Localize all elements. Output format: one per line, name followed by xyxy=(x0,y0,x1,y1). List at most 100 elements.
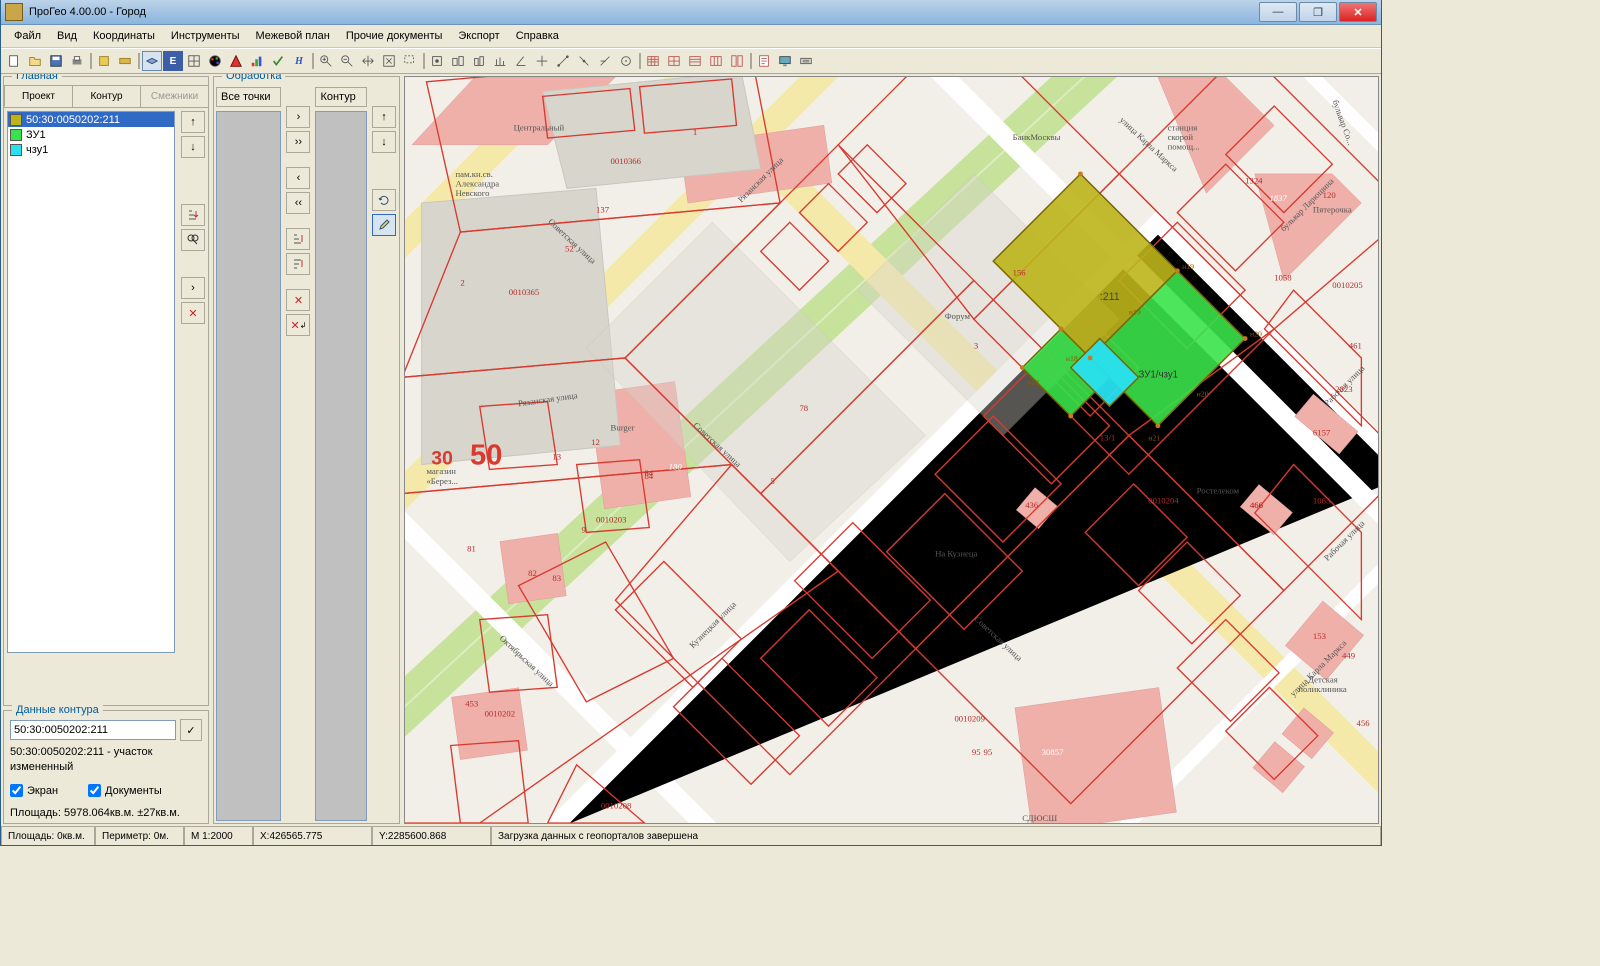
tab-smezhniki[interactable]: Смежники xyxy=(140,85,209,107)
menu-export[interactable]: Экспорт xyxy=(451,28,506,44)
clear1-button[interactable]: ✕ xyxy=(286,289,310,311)
menu-file[interactable]: Файл xyxy=(7,28,48,44)
tool-17[interactable] xyxy=(490,51,510,71)
svg-text:Burger: Burger xyxy=(611,423,635,433)
move-up-button[interactable]: ↑ xyxy=(181,111,205,133)
tool-rotate-button[interactable] xyxy=(372,189,396,211)
menu-coords[interactable]: Координаты xyxy=(86,28,162,44)
sort-asc-button[interactable] xyxy=(286,228,310,250)
tab-project[interactable]: Проект xyxy=(4,85,73,107)
separator xyxy=(312,53,314,69)
tool-tbl4[interactable] xyxy=(706,51,726,71)
tool-diag3[interactable] xyxy=(595,51,615,71)
expand-button[interactable]: › xyxy=(181,277,205,299)
tool-14[interactable] xyxy=(427,51,447,71)
tool-monitor[interactable] xyxy=(775,51,795,71)
tool-last[interactable] xyxy=(796,51,816,71)
print-button[interactable] xyxy=(67,51,87,71)
save-button[interactable] xyxy=(46,51,66,71)
status-scale: М 1:2000 xyxy=(184,827,253,845)
tool-angle[interactable] xyxy=(511,51,531,71)
tool-tbl3[interactable] xyxy=(685,51,705,71)
contour-list[interactable] xyxy=(315,111,367,821)
tool-6[interactable] xyxy=(115,51,135,71)
panel-proc-label: Обработка xyxy=(222,74,285,82)
tool-15[interactable] xyxy=(448,51,468,71)
tool-check[interactable] xyxy=(268,51,288,71)
tool-zoomwin[interactable] xyxy=(400,51,420,71)
svg-text:1065: 1065 xyxy=(1313,495,1331,505)
tab-contour[interactable]: Контур xyxy=(72,85,141,107)
move-all-left-button[interactable]: ‹‹ xyxy=(286,192,310,214)
tool-tbl5[interactable] xyxy=(727,51,747,71)
pan-button[interactable] xyxy=(358,51,378,71)
list-item-label: чзу1 xyxy=(26,144,48,156)
sort-desc-button[interactable] xyxy=(286,253,310,275)
svg-text:82: 82 xyxy=(528,568,537,578)
block-label: 0010209 xyxy=(954,713,984,723)
maximize-button[interactable]: ❐ xyxy=(1299,2,1337,22)
svg-text:1058: 1058 xyxy=(1274,272,1292,282)
tool-5[interactable] xyxy=(94,51,114,71)
statusbar: Площадь: 0кв.м. Периметр: 0м. М 1:2000 X… xyxy=(1,826,1381,845)
svg-text:2: 2 xyxy=(460,277,464,287)
contour-id-input[interactable] xyxy=(10,720,176,740)
svg-text:13/1: 13/1 xyxy=(1100,432,1115,442)
move-all-right-button[interactable]: ›› xyxy=(286,131,310,153)
tool-palette[interactable] xyxy=(205,51,225,71)
tool-diag1[interactable] xyxy=(553,51,573,71)
svg-text:2823: 2823 xyxy=(1335,384,1353,394)
tool-layers[interactable] xyxy=(142,51,162,71)
map-canvas[interactable]: 0010366 0010365 0010205 0010204 0010203 … xyxy=(404,76,1379,824)
tool-edit-button[interactable] xyxy=(372,214,396,236)
menu-view[interactable]: Вид xyxy=(50,28,84,44)
zoom-in-button[interactable] xyxy=(316,51,336,71)
allpoints-list[interactable] xyxy=(216,111,281,821)
sort-button[interactable] xyxy=(181,204,205,226)
tool-tbl2[interactable] xyxy=(664,51,684,71)
tool-diag2[interactable] xyxy=(574,51,594,71)
move-down-button[interactable]: ↓ xyxy=(181,136,205,158)
new-button[interactable] xyxy=(4,51,24,71)
tool-report[interactable] xyxy=(754,51,774,71)
documents-checkbox[interactable]: Документы xyxy=(88,784,162,797)
project-list[interactable]: 50:30:0050202:211 ЗУ1 чзу1 xyxy=(7,111,175,653)
tool-e[interactable]: E xyxy=(163,51,183,71)
find-button[interactable] xyxy=(181,229,205,251)
move-right-button[interactable]: › xyxy=(286,106,310,128)
apply-button[interactable]: ✓ xyxy=(180,719,202,741)
svg-text:магазин: магазин xyxy=(426,466,456,476)
menu-instruments[interactable]: Инструменты xyxy=(164,28,247,44)
panel-processing: Обработка Все точки › ›› ‹ ‹‹ xyxy=(213,76,400,824)
delete-button[interactable]: ✕ xyxy=(181,302,205,324)
tool-grid1[interactable] xyxy=(184,51,204,71)
list-item[interactable]: ЗУ1 xyxy=(8,127,174,142)
clear2-button[interactable]: ✕↲ xyxy=(286,314,310,336)
svg-text:30857: 30857 xyxy=(1042,747,1064,757)
close-button[interactable]: ✕ xyxy=(1339,2,1377,22)
open-button[interactable] xyxy=(25,51,45,71)
tool-tbl1[interactable] xyxy=(643,51,663,71)
status-x: X:426565.775 xyxy=(253,827,372,845)
move-left-button[interactable]: ‹ xyxy=(286,167,310,189)
minimize-button[interactable]: — xyxy=(1259,2,1297,22)
svg-text:н20: н20 xyxy=(1197,390,1209,399)
tool-h[interactable]: H xyxy=(289,51,309,71)
menu-otherdocs[interactable]: Прочие документы xyxy=(339,28,450,44)
tool-16[interactable] xyxy=(469,51,489,71)
list-item[interactable]: 50:30:0050202:211 xyxy=(8,112,174,127)
zoom-out-button[interactable] xyxy=(337,51,357,71)
tool-cross[interactable] xyxy=(532,51,552,71)
screen-checkbox[interactable]: Экран xyxy=(10,784,58,797)
tool-extent[interactable] xyxy=(379,51,399,71)
list-item[interactable]: чзу1 xyxy=(8,142,174,157)
menu-help[interactable]: Справка xyxy=(509,28,566,44)
tool-bars[interactable] xyxy=(247,51,267,71)
contour-up-button[interactable]: ↑ xyxy=(372,106,396,128)
menu-mezh[interactable]: Межевой план xyxy=(249,28,337,44)
list-item-label: ЗУ1 xyxy=(26,129,46,141)
svg-text:помощ...: помощ... xyxy=(1168,142,1200,152)
tool-triangle[interactable] xyxy=(226,51,246,71)
contour-down-button[interactable]: ↓ xyxy=(372,131,396,153)
tool-ring[interactable] xyxy=(616,51,636,71)
